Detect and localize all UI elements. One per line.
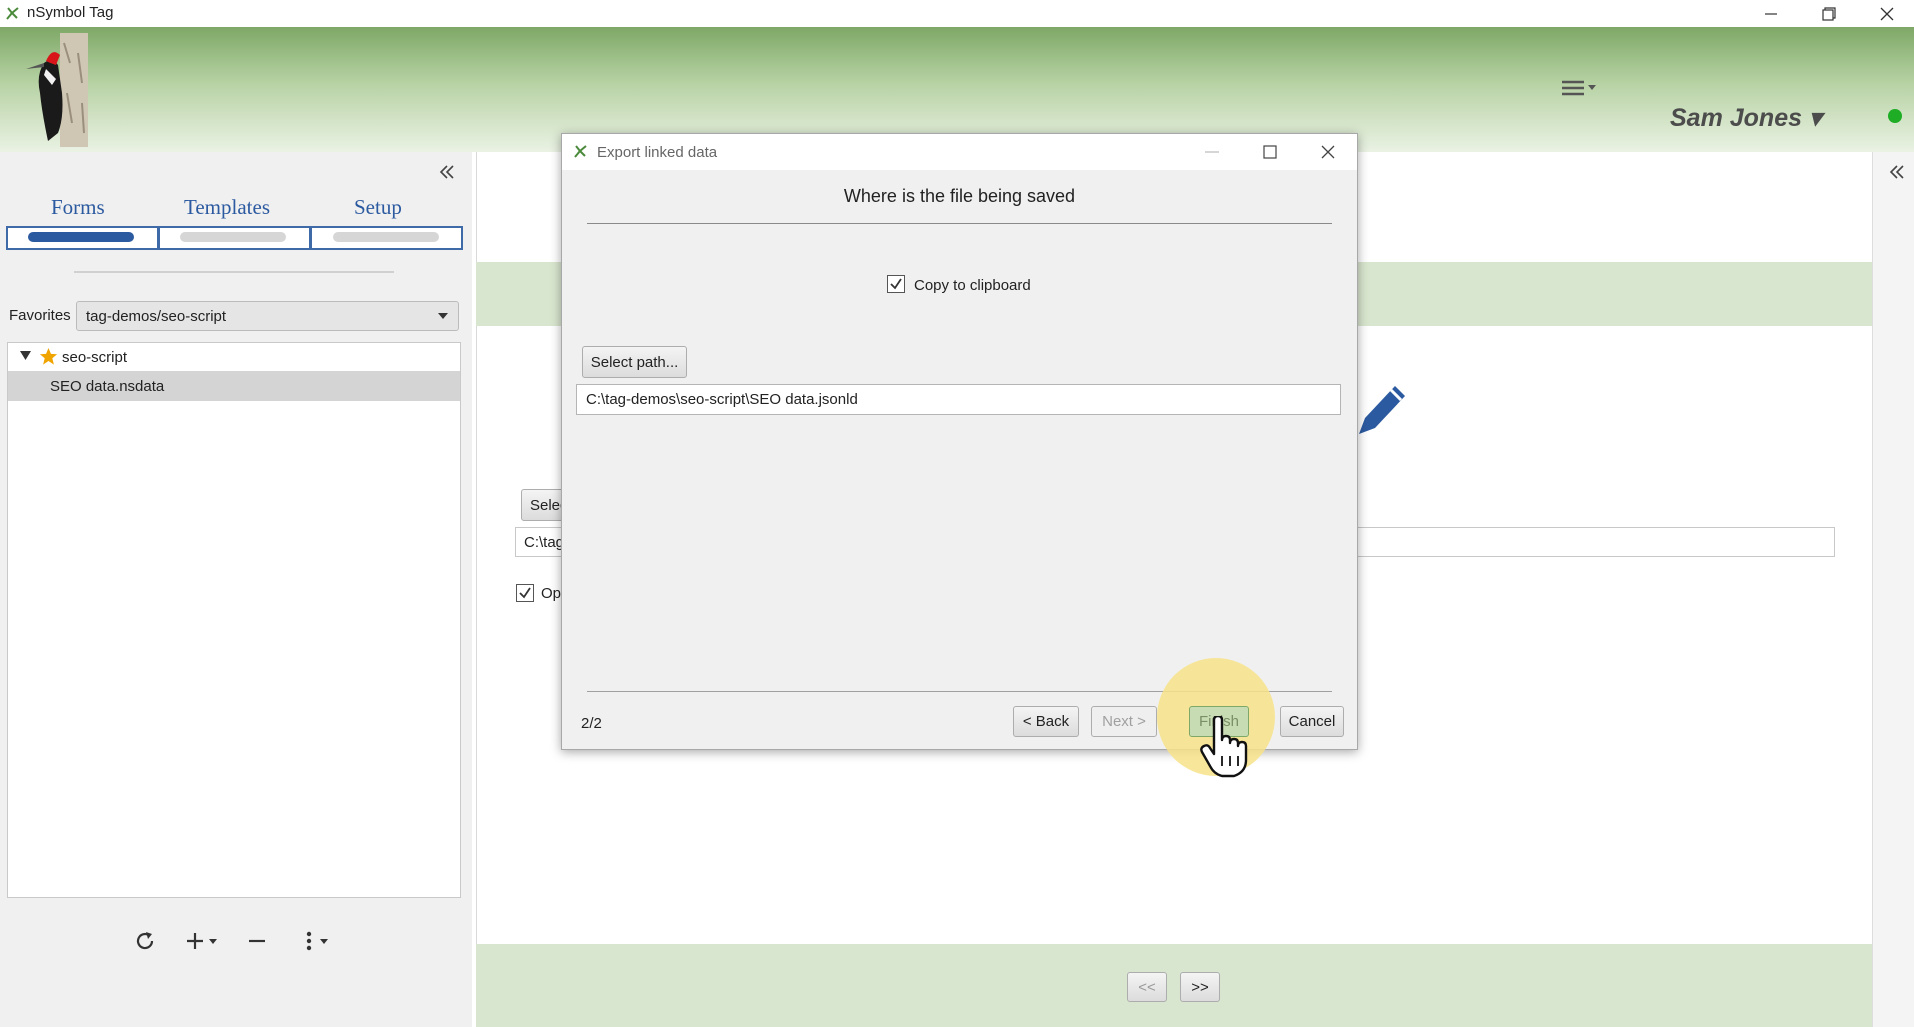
tree-item-label: seo-script (62, 349, 128, 366)
window-title: nSymbol Tag (27, 4, 114, 21)
open-checkbox-label: Op (541, 585, 562, 602)
copy-to-clipboard-checkbox[interactable] (887, 275, 905, 293)
path-input[interactable]: C:\tag-demos\seo-script\SEO data.jsonld (576, 384, 1341, 415)
tab-forms[interactable]: Forms (51, 195, 105, 220)
select-path-button[interactable]: Select path... (582, 346, 687, 378)
collapse-right-icon[interactable] (1888, 164, 1906, 180)
heading-separator (587, 223, 1332, 224)
app-icon (572, 143, 589, 160)
step-indicator: 2/2 (581, 715, 602, 732)
open-checkbox-bg[interactable] (516, 584, 534, 602)
tree-item-folder[interactable]: seo-script (8, 343, 460, 371)
refresh-icon[interactable] (134, 930, 156, 952)
path-value-bg: C:\tag (524, 534, 565, 551)
favorites-value: tag-demos/seo-script (86, 308, 227, 325)
tab-setup[interactable]: Setup (354, 195, 402, 220)
star-icon (39, 347, 58, 366)
hamburger-menu-icon[interactable] (1560, 77, 1600, 99)
favorites-label: Favorites (9, 307, 71, 324)
user-menu[interactable]: Sam Jones ▾ (1670, 103, 1822, 133)
path-value: C:\tag-demos\seo-script\SEO data.jsonld (586, 391, 858, 408)
hand-pointer-icon (1198, 716, 1256, 778)
dialog-titlebar: Export linked data (562, 134, 1357, 170)
dialog-minimize-icon[interactable] (1204, 144, 1220, 160)
dialog-heading: Where is the file being saved (843, 186, 1076, 206)
divider (74, 271, 394, 273)
select-path-button-bg[interactable]: Selec (521, 489, 565, 521)
status-indicator (1888, 109, 1902, 123)
tree-item-label: SEO data.nsdata (50, 378, 165, 395)
right-panel (1872, 152, 1914, 1027)
dialog-title: Export linked data (597, 144, 718, 161)
close-icon[interactable] (1858, 0, 1914, 27)
file-tree: seo-script SEO data.nsdata (7, 342, 461, 898)
collapse-left-icon[interactable] (438, 164, 456, 180)
tab-pill (180, 232, 286, 242)
cancel-button[interactable]: Cancel (1280, 706, 1344, 737)
more-icon[interactable] (303, 930, 337, 952)
content-band-bottom (476, 944, 1872, 1027)
tree-item-file-selected[interactable]: SEO data.nsdata (8, 371, 460, 401)
export-dialog: Export linked data Where is the file bei… (561, 133, 1358, 778)
dialog-maximize-icon[interactable] (1262, 144, 1278, 160)
restore-icon[interactable] (1800, 0, 1858, 27)
chevron-down-icon (438, 313, 448, 320)
app-icon (4, 5, 21, 22)
remove-icon[interactable] (247, 930, 267, 952)
pencil-icon[interactable] (1355, 378, 1411, 438)
nav-prev-button[interactable]: << (1127, 972, 1167, 1002)
favorites-select[interactable]: tag-demos/seo-script (76, 301, 459, 331)
dialog-close-icon[interactable] (1320, 144, 1336, 160)
next-button[interactable]: Next > (1091, 706, 1157, 737)
expand-arrow-icon[interactable] (20, 351, 31, 361)
minimize-icon[interactable] (1742, 0, 1800, 27)
add-icon[interactable] (185, 930, 223, 952)
back-button[interactable]: < Back (1013, 706, 1079, 737)
nav-next-button[interactable]: >> (1180, 972, 1220, 1002)
tab-templates[interactable]: Templates (184, 195, 270, 220)
tab-pill (333, 232, 439, 242)
window-titlebar: nSymbol Tag (0, 0, 1914, 27)
copy-to-clipboard-label: Copy to clipboard (914, 277, 1031, 294)
tab-pill-active (28, 232, 134, 242)
woodpecker-logo (22, 33, 94, 147)
